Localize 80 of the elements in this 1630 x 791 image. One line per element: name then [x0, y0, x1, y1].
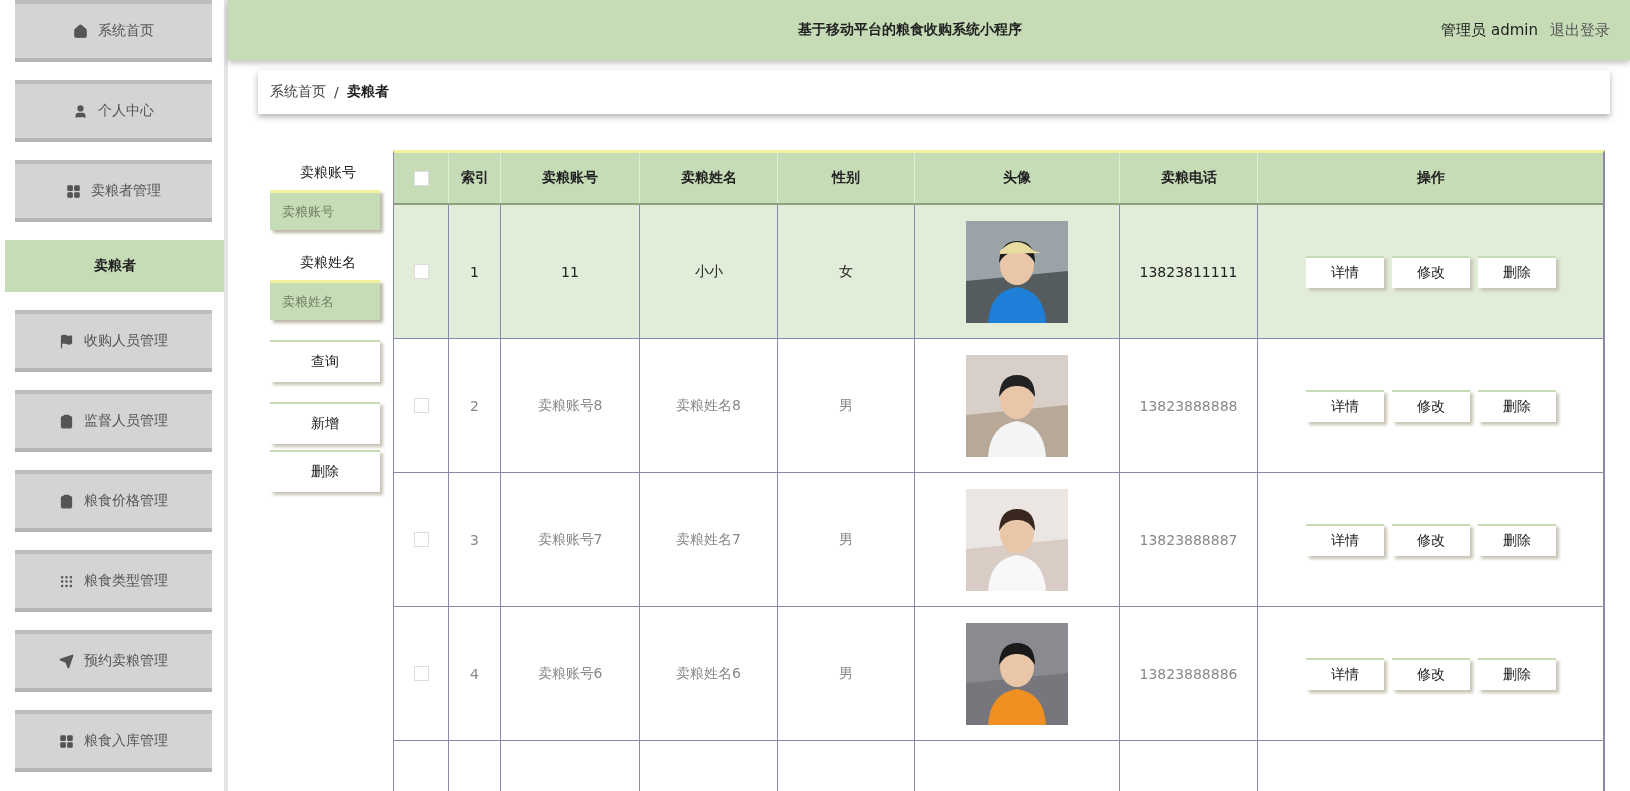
delete-button[interactable]: 删除	[1477, 255, 1556, 288]
column-header: 卖粮账号	[542, 169, 598, 187]
table-cell: 小小	[694, 262, 723, 281]
sidebar-item[interactable]: 粮食价格管理	[15, 470, 212, 532]
search-field[interactable]: 卖粮账号	[270, 190, 380, 230]
column-header: 索引	[460, 169, 489, 187]
grid-icon	[66, 183, 81, 199]
breadcrumb-item[interactable]: 系统首页	[270, 83, 326, 101]
flag-icon	[59, 333, 74, 349]
table-cell: 13823888887	[1139, 531, 1238, 548]
delete-button[interactable]: 删除	[1477, 657, 1556, 690]
logout-link[interactable]: 退出登录	[1550, 20, 1610, 40]
column-header: 头像	[1003, 169, 1031, 187]
sidebar-item[interactable]: 粮食入库管理	[15, 710, 212, 772]
table-cell: 卖粮账号7	[537, 530, 603, 549]
detail-button[interactable]: 详情	[1305, 389, 1384, 422]
sidebar-item[interactable]: 预约卖粮管理	[15, 630, 212, 692]
edit-button[interactable]: 修改	[1391, 523, 1470, 556]
sidebar-item[interactable]: 粮食类型管理	[15, 550, 212, 612]
delete-button[interactable]: 删除	[270, 450, 380, 492]
edit-button[interactable]: 修改	[1391, 255, 1470, 288]
column-header: 性别	[832, 169, 860, 187]
table-cell: 卖粮姓名8	[676, 396, 741, 415]
add-button[interactable]: 新增	[270, 402, 380, 444]
grid-icon	[59, 733, 74, 749]
table-cell: 卖粮账号6	[537, 664, 603, 683]
field-label: 卖粮账号	[298, 163, 357, 182]
delete-button[interactable]: 删除	[1477, 523, 1556, 556]
column-header: 操作	[1416, 169, 1445, 187]
column-header: 卖粮电话	[1160, 169, 1217, 187]
field-label: 卖粮姓名	[298, 253, 357, 272]
table-cell: 13823888888	[1139, 397, 1238, 414]
sidebar-item[interactable]: 卖粮者	[5, 240, 224, 292]
table-cell: 男	[839, 664, 853, 683]
table-row[interactable]: 1 11 小小 女 13823811111 详情 修改 删除	[394, 205, 1603, 339]
clipboard-check-icon	[59, 413, 74, 429]
table-row[interactable]: 4 卖粮账号6 卖粮姓名6 男 13823888886 详情 修改 删除	[394, 607, 1603, 741]
column-header: 卖粮姓名	[680, 169, 737, 187]
edit-button[interactable]: 修改	[1391, 389, 1470, 422]
row-checkbox[interactable]	[413, 398, 429, 413]
table-row[interactable]: 2 卖粮账号8 卖粮姓名8 男 13823888888 详情 修改 删除	[394, 339, 1603, 473]
detail-button[interactable]: 详情	[1305, 657, 1384, 690]
search-field[interactable]: 卖粮姓名	[270, 280, 380, 320]
table-cell: 13823888886	[1139, 665, 1238, 682]
breadcrumb-item[interactable]: 卖粮者	[346, 83, 389, 101]
table-cell: 卖粮姓名6	[676, 664, 741, 683]
clipboard-icon	[59, 493, 74, 509]
home-icon	[73, 23, 88, 39]
table-cell: 卖粮姓名7	[676, 530, 741, 549]
row-checkbox[interactable]	[413, 264, 429, 279]
query-button[interactable]: 查询	[270, 340, 380, 382]
table-cell: 男	[839, 396, 853, 415]
user-label: 管理员 admin	[1441, 20, 1538, 40]
detail-button[interactable]: 详情	[1305, 255, 1384, 288]
sidebar-item[interactable]: 收购人员管理	[15, 310, 212, 372]
row-checkbox[interactable]	[413, 532, 429, 547]
delete-button[interactable]: 删除	[1477, 389, 1556, 422]
table-cell: 13823811111	[1139, 263, 1238, 280]
sidebar-item[interactable]: 个人中心	[15, 80, 212, 142]
table-cell: 1	[470, 263, 479, 280]
sidebar-item[interactable]: 系统首页	[15, 0, 212, 62]
table-cell: 3	[470, 531, 479, 548]
row-checkbox[interactable]	[413, 666, 429, 681]
table-cell: 2	[470, 397, 479, 414]
user-icon	[73, 103, 88, 119]
edit-button[interactable]: 修改	[1391, 657, 1470, 690]
table-cell: 女	[839, 262, 853, 281]
grid-icon	[59, 573, 74, 589]
table-row[interactable]: 3 卖粮账号7 卖粮姓名7 男 13823888887 详情 修改 删除	[394, 473, 1603, 607]
sidebar-item[interactable]: 卖粮者管理	[15, 160, 212, 222]
send-icon	[59, 653, 74, 669]
breadcrumb-separator: /	[334, 84, 339, 100]
sidebar-item[interactable]: 监督人员管理	[15, 390, 212, 452]
app-title: 基于移动平台的粮食收购系统小程序	[796, 21, 1023, 39]
table-cell: 11	[561, 263, 579, 280]
detail-button[interactable]: 详情	[1305, 523, 1384, 556]
table-cell: 卖粮账号8	[537, 396, 603, 415]
table-cell: 男	[839, 530, 853, 549]
select-all-checkbox[interactable]	[413, 170, 429, 186]
table-cell: 4	[470, 665, 479, 682]
